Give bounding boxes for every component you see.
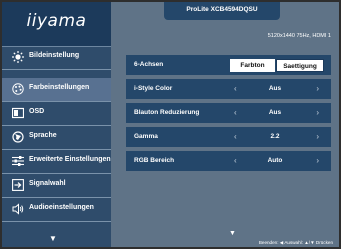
logo-text: iiyama [26,11,87,31]
setting-row-blauton-reduzierung[interactable]: Blauton Reduzierung ‹ Aus › [126,103,331,123]
setting-label: Blauton Reduzierung [134,109,200,116]
osd-screen: iiyama Bildeinstellung Farbeinstellungen [2,2,339,247]
sidebar-item-sprache[interactable]: Sprache [2,126,111,150]
setting-label: Gamma [134,133,158,140]
model-name: ProLite XCB4594DQSU [186,6,258,13]
chevron-right-icon[interactable]: › [316,132,319,141]
setting-row-6-achsen[interactable]: 6-Achsen Farbton Saettigung [126,55,331,75]
sidebar-item-label: Sprache [29,132,57,139]
chevron-down-icon[interactable]: ▼ [229,230,236,237]
sidebar-item-audioeinstellungen[interactable]: Audioeinstellungen [2,198,111,222]
chevron-down-icon[interactable]: ▼ [49,234,57,243]
setting-value: Aus [268,85,282,92]
setting-label: i-Style Color [134,85,173,92]
sidebar-item-label: Signalwahl [29,180,66,187]
sidebar-item-label: Bildeinstellung [29,52,80,59]
chevron-right-icon[interactable]: › [316,84,319,93]
globe-icon [12,131,24,143]
setting-label: RGB Bereich [134,157,175,164]
sidebar-item-label: OSD [29,108,45,115]
sidebar-item-label: Audioeinstellungen [29,204,94,211]
speaker-icon [12,203,24,215]
chevron-right-icon[interactable]: › [316,156,319,165]
sidebar-item-farbeinstellungen[interactable]: Farbeinstellungen [2,78,111,102]
setting-row-i-style-color[interactable]: i-Style Color ‹ Aus › [126,79,331,99]
setting-value: Aus [268,109,282,116]
chevron-left-icon[interactable]: ‹ [234,108,237,117]
brand-logo: iiyama [2,2,111,47]
chevron-left-icon[interactable]: ‹ [234,156,237,165]
setting-value: 2.2 [270,133,280,140]
setting-value: Auto [267,157,283,164]
brightness-icon [12,51,24,63]
resolution-info: 5120x1440 75Hz, HDMI 1 [267,33,331,39]
chevron-left-icon[interactable]: ‹ [234,132,237,141]
setting-row-gamma[interactable]: Gamma ‹ 2.2 › [126,127,331,147]
option-saettigung[interactable]: Saettigung [276,59,324,72]
sidebar-item-label: Farbeinstellungen [29,84,90,91]
sidebar-item-bildeinstellung[interactable]: Bildeinstellung [2,46,111,70]
setting-row-rgb-bereich[interactable]: RGB Bereich ‹ Auto › [126,151,331,171]
chevron-left-icon[interactable]: ‹ [234,84,237,93]
sidebar: iiyama Bildeinstellung Farbeinstellungen [2,2,111,247]
sidebar-item-label: Erweiterte Einstellungen [29,156,111,163]
setting-label: 6-Achsen [134,61,164,68]
sidebar-item-signalwahl[interactable]: Signalwahl [2,174,111,198]
option-farbton[interactable]: Farbton [230,59,275,72]
sidebar-item-osd[interactable]: OSD [2,102,111,126]
osd-icon [12,107,24,119]
chevron-right-icon[interactable]: › [316,108,319,117]
sidebar-item-erweiterte-einstellungen[interactable]: Erweiterte Einstellungen [2,150,111,174]
model-tab: ProLite XCB4594DQSU [164,2,280,20]
input-icon [12,179,24,191]
footer-hint: Beenden: ◀ Auswahl: ▲/▼ Drücken [258,240,333,245]
sliders-icon [12,156,24,166]
palette-icon [12,83,24,95]
